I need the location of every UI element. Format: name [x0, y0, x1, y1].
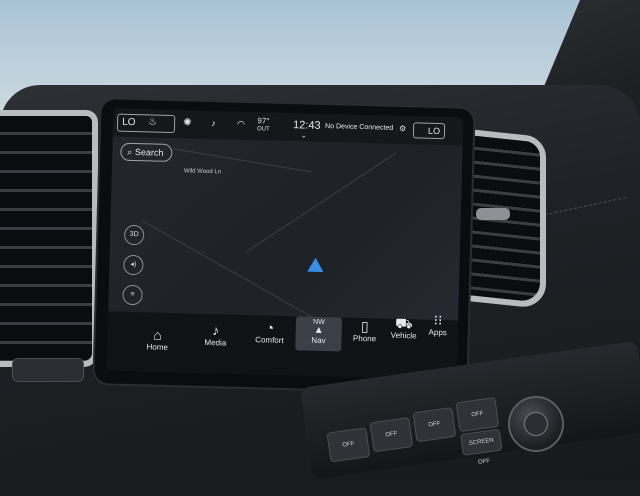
- dock-label: Nav: [311, 335, 326, 346]
- button-label: OFF: [428, 420, 441, 429]
- outside-temp-label: OUT: [256, 126, 270, 133]
- bell-icon: ♪: [211, 118, 216, 129]
- button-label: OFF: [471, 410, 484, 419]
- dock-item-apps[interactable]: ⁝⁝ Apps: [422, 312, 455, 338]
- clock-dropdown-icon[interactable]: ⌄: [301, 131, 307, 139]
- dock-item-vehicle[interactable]: ⛟ Vehicle: [386, 315, 423, 341]
- outside-temp-value: 97°: [257, 116, 270, 126]
- dock-label: Media: [204, 337, 227, 348]
- dock-label: Home: [146, 342, 169, 352]
- button-label: OFF: [385, 430, 398, 439]
- infotainment-screen: LO ♨ ✺ ♪ ◠ 97° OUT 12:43 ⌄ No Device Con…: [106, 108, 464, 380]
- vent-adjust-knob[interactable]: [476, 208, 510, 220]
- driver-temp: LO: [121, 116, 136, 129]
- dock-item-comfort[interactable]: ◔ Comfort: [247, 319, 292, 345]
- dock-item-phone[interactable]: ▯ Phone: [347, 318, 382, 344]
- console-button-lock[interactable]: OFF: [455, 396, 500, 433]
- button-label: OFF: [342, 441, 355, 449]
- power-button[interactable]: [524, 412, 548, 436]
- left-air-vent: [0, 110, 98, 367]
- clock: 12:43: [292, 119, 321, 132]
- passenger-temp: LO: [427, 125, 441, 137]
- nav-arrow-icon: ▲: [313, 324, 324, 337]
- car-icon: ⛟: [394, 314, 413, 332]
- seat-heat-icon: ♨: [148, 116, 158, 128]
- passenger-temp-button[interactable]: LO: [412, 122, 446, 140]
- dock-label: Apps: [428, 327, 447, 338]
- console-button-screen-off[interactable]: SCREEN OFF: [459, 428, 503, 466]
- outside-temp: 97° OUT: [257, 116, 270, 134]
- dock-item-media[interactable]: ♪ Media: [195, 322, 236, 348]
- menu-icon: ≡: [130, 290, 135, 299]
- search-button[interactable]: ⌕ Search: [120, 142, 173, 163]
- view-mode-label: 3D: [129, 230, 139, 239]
- dock-item-home[interactable]: ⌂ Home: [137, 326, 178, 352]
- seat-icon: ◔: [265, 319, 275, 336]
- wifi-icon: ◠: [237, 118, 246, 129]
- dock-label: Phone: [352, 333, 377, 344]
- house-icon: ⌂: [153, 326, 163, 343]
- search-icon: ⌕: [127, 146, 133, 157]
- dock-item-nav[interactable]: NW ▲ Nav: [295, 316, 343, 352]
- console-button-auto[interactable]: OFF: [326, 427, 371, 463]
- bottom-dock: ⌂ Home ♪ Media ◔ Comfort NW ▲ Nav ▯ Phon…: [106, 311, 459, 380]
- street-label: Wild Wood Ln: [183, 168, 222, 176]
- volume-button[interactable]: ◂): [123, 254, 144, 276]
- view-mode-button[interactable]: 3D: [123, 224, 145, 246]
- fan-icon[interactable]: ✺: [183, 117, 192, 128]
- dock-label: Vehicle: [390, 330, 417, 341]
- console-button-traction[interactable]: OFF: [412, 407, 457, 443]
- grid-icon: ⁝⁝: [433, 311, 443, 329]
- navigation-map[interactable]: ⌕ Search Wild Wood Ln 3D ◂) ≡: [108, 136, 463, 321]
- driver-temp-button[interactable]: LO ♨: [116, 113, 176, 134]
- music-note-icon: ♪: [212, 322, 220, 339]
- map-road: [142, 220, 317, 320]
- map-road: [245, 152, 397, 253]
- device-status: No Device Connected: [324, 123, 394, 132]
- current-location-arrow-icon: [307, 257, 324, 273]
- settings-icon[interactable]: ⚙: [399, 124, 406, 133]
- search-label: Search: [134, 147, 164, 158]
- dock-label: Comfort: [255, 335, 284, 345]
- menu-button[interactable]: ≡: [122, 284, 143, 306]
- console-button-park[interactable]: OFF: [369, 417, 414, 453]
- speaker-icon: ◂): [130, 260, 137, 269]
- phone-icon: ▯: [360, 318, 369, 335]
- hazard-switch-panel[interactable]: [12, 358, 84, 382]
